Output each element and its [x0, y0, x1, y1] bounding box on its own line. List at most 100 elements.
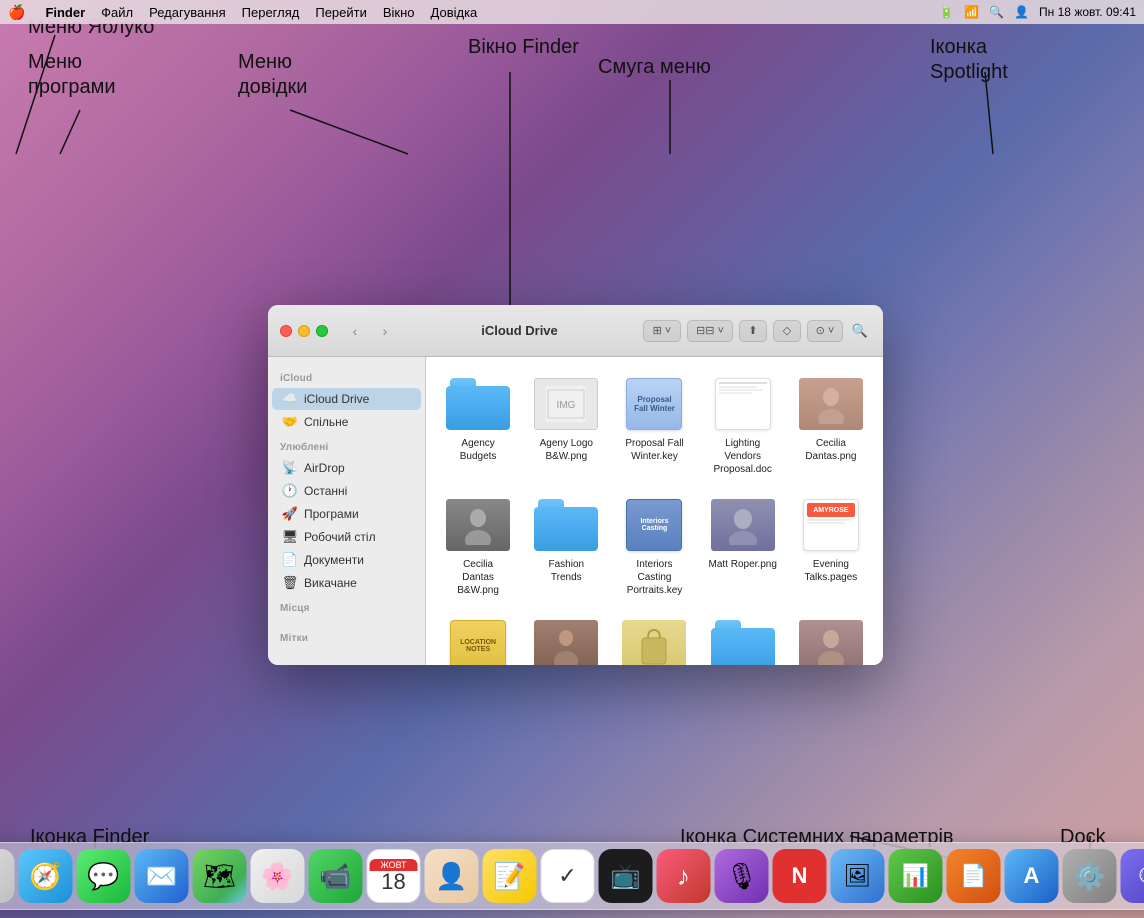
file-item-matt[interactable]: Matt Roper.png	[703, 490, 783, 603]
dock-icon-screentime[interactable]: ⏱	[1121, 849, 1144, 903]
file-name: CeciliaDantas B&W.png	[442, 558, 514, 597]
maximize-button[interactable]	[316, 325, 328, 337]
spotlight-icon[interactable]: 🔍	[989, 5, 1004, 19]
toolbar-icons: ⊞ ˅ ⊟⊟ ˅ ⬆ ◇ ⊙ ˅ 🔍	[643, 320, 871, 342]
file-item-vera[interactable]: Vera San.png	[791, 611, 871, 665]
menu-bar-right: 🔋 📶 🔍 👤 Пн 18 жовт. 09:41	[939, 5, 1136, 19]
file-item-proposal[interactable]: ProposalFall Winter Proposal FallWinter.…	[614, 369, 694, 482]
dock-icon-appletv[interactable]: 📺	[599, 849, 653, 903]
dock-icon-launchpad[interactable]: ⊞	[0, 849, 15, 903]
dock-icon-facetime[interactable]: 📹	[309, 849, 363, 903]
sidebar-item-applications[interactable]: 🚀 Програми	[272, 503, 421, 525]
file-thumb	[795, 375, 867, 433]
file-thumb: AMYROSE	[795, 496, 867, 554]
file-item-lighting[interactable]: Lighting VendorsProposal.doc	[703, 369, 783, 482]
downloads-icon: 🗑	[282, 575, 298, 591]
dock-icon-mail[interactable]: ✉️	[135, 849, 189, 903]
menu-bar-left: 🍎 Finder Файл Редагування Перегляд Перей…	[8, 4, 939, 21]
dock-container: ⊞ 🧭 💬 ✉️ 🗺 🌸 📹 ЖОВТ 18	[0, 842, 1144, 910]
sidebar-item-airdrop[interactable]: 📡 AirDrop	[272, 457, 421, 479]
file-item-talent-deck[interactable]: Talent Deck	[703, 611, 783, 665]
share-button[interactable]: ⬆	[739, 320, 767, 342]
dock: ⊞ 🧭 💬 ✉️ 🗺 🌸 📹 ЖОВТ 18	[0, 842, 1144, 910]
minimize-button[interactable]	[298, 325, 310, 337]
sidebar-item-downloads[interactable]: 🗑 Викачане	[272, 572, 421, 594]
sidebar-item-icloud-drive[interactable]: ☁️ iCloud Drive	[272, 388, 421, 410]
edit-menu[interactable]: Редагування	[149, 5, 226, 20]
photo-bw-preview	[446, 499, 510, 551]
user-icon: 👤	[1014, 5, 1029, 19]
pages-file-icon: AMYROSE	[803, 499, 859, 551]
dock-icon-system-preferences[interactable]: ⚙️	[1063, 849, 1117, 903]
sidebar-item-label: Документи	[304, 553, 364, 567]
sidebar-item-recents[interactable]: 🕐 Останні	[272, 480, 421, 502]
icloud-drive-icon: ☁️	[282, 391, 298, 407]
file-thumb	[530, 617, 602, 665]
dock-icon-news[interactable]: N	[773, 849, 827, 903]
file-item-abby[interactable]: Abby.png	[526, 611, 606, 665]
dock-icon-photos[interactable]: 🌸	[251, 849, 305, 903]
dock-icon-podcasts[interactable]: 🎙	[715, 849, 769, 903]
file-grid: AgencyBudgets IMG Ageny LogoB&W.png	[438, 369, 871, 665]
sidebar-item-desktop[interactable]: 🖥 Робочий стіл	[272, 526, 421, 548]
file-item-agency-budgets[interactable]: AgencyBudgets	[438, 369, 518, 482]
window-menu[interactable]: Вікно	[383, 5, 415, 20]
search-button[interactable]: 🔍	[849, 320, 871, 342]
view-list-button[interactable]: ⊟⊟ ˅	[687, 320, 733, 342]
dock-icon-calendar[interactable]: ЖОВТ 18	[367, 849, 421, 903]
close-button[interactable]	[280, 325, 292, 337]
file-thumb	[442, 375, 514, 433]
view-grid-button[interactable]: ⊞ ˅	[643, 320, 681, 342]
folder-icon	[446, 378, 510, 430]
file-item-cecilia[interactable]: CeciliaDantas.png	[791, 369, 871, 482]
file-thumb	[707, 496, 779, 554]
dock-icon-reminders[interactable]: ✓	[541, 849, 595, 903]
sidebar-section-icloud: iCloud	[268, 365, 425, 387]
file-item-evening-talks[interactable]: AMYROSE EveningTalks.pages	[791, 490, 871, 603]
sidebar: iCloud ☁️ iCloud Drive 🤝 Спільне Улюблен…	[268, 357, 426, 665]
dock-icon-notes[interactable]: 📝	[483, 849, 537, 903]
dock-icon-appstore[interactable]: A	[1005, 849, 1059, 903]
go-menu[interactable]: Перейти	[315, 5, 367, 20]
file-thumb	[707, 375, 779, 433]
dock-icon-numbers[interactable]: 📊	[889, 849, 943, 903]
action-button[interactable]: ⊙ ˅	[807, 320, 843, 342]
file-item-tote-bag[interactable]: Tote Bag.jpg	[614, 611, 694, 665]
dock-icon-contacts[interactable]: 👤	[425, 849, 479, 903]
tag-button[interactable]: ◇	[773, 320, 801, 342]
dock-icon-keynote[interactable]: 🖼	[831, 849, 885, 903]
file-name: CeciliaDantas.png	[805, 437, 856, 463]
forward-button[interactable]: ›	[374, 320, 396, 342]
file-item-fashion-trends[interactable]: FashionTrends	[526, 490, 606, 603]
sidebar-section-favorites: Улюблені	[268, 434, 425, 456]
dock-icon-messages[interactable]: 💬	[77, 849, 131, 903]
dock-icon-music[interactable]: ♪	[657, 849, 711, 903]
key-file-icon: ProposalFall Winter	[626, 378, 682, 430]
file-item-locations[interactable]: LOCATIONNOTES LocationsNotes.key	[438, 611, 518, 665]
file-thumb: LOCATIONNOTES	[442, 617, 514, 665]
photo-bag-preview	[622, 620, 686, 665]
dock-icon-pages[interactable]: 📄	[947, 849, 1001, 903]
sidebar-item-shared[interactable]: 🤝 Спільне	[272, 411, 421, 433]
sidebar-item-documents[interactable]: 📄 Документи	[272, 549, 421, 571]
finder-menu[interactable]: Finder	[45, 5, 85, 20]
apple-menu[interactable]: 🍎	[8, 4, 25, 21]
file-item-ageny-logo[interactable]: IMG Ageny LogoB&W.png	[526, 369, 606, 482]
file-item-interiors[interactable]: InteriorsCasting Interiors CastingPortra…	[614, 490, 694, 603]
documents-icon: 📄	[282, 552, 298, 568]
file-thumb	[707, 617, 779, 665]
dock-icon-safari[interactable]: 🧭	[19, 849, 73, 903]
sidebar-section-tags: Мітки	[268, 625, 425, 647]
traffic-lights	[280, 325, 328, 337]
image-preview: IMG	[534, 378, 598, 430]
file-menu[interactable]: Файл	[101, 5, 133, 20]
file-item-cecilia-bw[interactable]: CeciliaDantas B&W.png	[438, 490, 518, 603]
sidebar-item-label: Спільне	[304, 415, 348, 429]
help-menu[interactable]: Довідка	[431, 5, 478, 20]
dock-icon-maps[interactable]: 🗺	[193, 849, 247, 903]
photo-vera-preview	[799, 620, 863, 665]
view-menu[interactable]: Перегляд	[242, 5, 300, 20]
shared-icon: 🤝	[282, 414, 298, 430]
back-button[interactable]: ‹	[344, 320, 366, 342]
recents-icon: 🕐	[282, 483, 298, 499]
